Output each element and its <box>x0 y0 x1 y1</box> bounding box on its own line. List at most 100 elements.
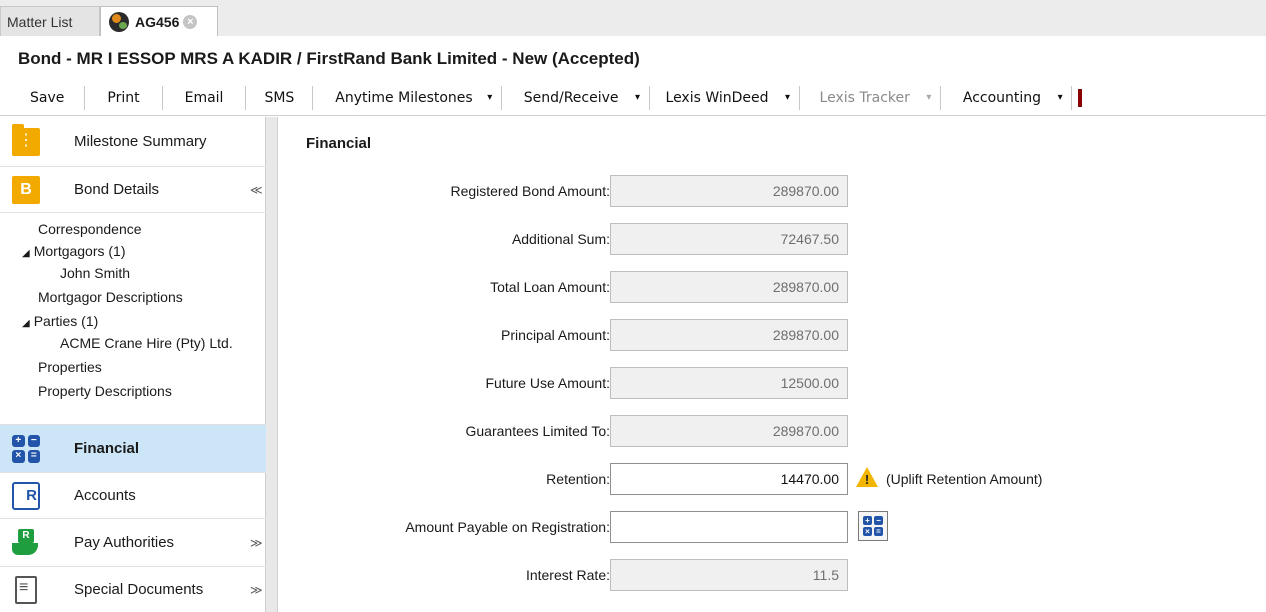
calc-equals-glyph: = <box>874 527 883 536</box>
document-tab-strip: Matter List AG456 × <box>0 0 1266 36</box>
tree-expand-icon[interactable]: ◢ <box>22 248 30 259</box>
tab-ag456-label: AG456 <box>135 13 180 30</box>
print-button[interactable]: Print <box>85 84 161 112</box>
field-label: Retention: <box>546 471 610 487</box>
calc-equals-glyph: = <box>27 450 40 463</box>
tree-item-parties[interactable]: ◢ Parties (1) <box>22 311 98 331</box>
toolbar-overflow-marker <box>1078 88 1083 107</box>
tree-item-label: Mortgagors (1) <box>33 243 126 259</box>
sidebar-item-label: Milestone Summary <box>74 133 207 150</box>
accounting-dropdown-icon[interactable]: ▾ <box>1049 84 1071 112</box>
field-amount-payable-on-registration: Amount Payable on Registration: + − × = <box>280 511 1266 543</box>
money-hand-icon <box>12 528 40 557</box>
field-label: Principal Amount: <box>501 327 610 343</box>
toolbar: Save Print Email SMS Anytime Milestones … <box>0 80 1266 116</box>
uplift-retention-note: (Uplift Retention Amount) <box>886 471 1043 487</box>
sidebar: Milestone Summary B Bond Details ≪ Corre… <box>0 117 266 612</box>
field-future-use-amount: Future Use Amount: 12500.00 <box>280 367 1266 399</box>
sidebar-item-pay-authorities[interactable]: Pay Authorities ≫ <box>0 519 266 567</box>
sidebar-item-label: Bond Details <box>74 181 160 198</box>
close-tab-icon[interactable]: × <box>183 14 198 29</box>
amount-payable-input[interactable] <box>610 511 848 543</box>
field-additional-sum: Additional Sum: 72467.50 <box>280 223 1266 255</box>
page-title: Bond - MR I ESSOP MRS A KADIR / FirstRan… <box>0 36 1266 80</box>
additional-sum-field: 72467.50 <box>610 223 848 255</box>
anytime-milestones-button[interactable]: Anytime Milestones <box>313 84 478 112</box>
field-label: Additional Sum: <box>511 231 610 247</box>
send-receive-button[interactable]: Send/Receive <box>502 84 627 112</box>
calc-plus-glyph: + <box>863 516 872 525</box>
registered-bond-amount-field: 289870.00 <box>610 175 848 207</box>
anytime-milestones-dropdown-icon[interactable]: ▾ <box>479 84 501 112</box>
financial-panel: Financial Registered Bond Amount: 289870… <box>280 117 1266 612</box>
sidebar-item-label: Special Documents <box>74 581 204 598</box>
save-button[interactable]: Save <box>0 84 84 112</box>
milestone-folder-icon <box>12 123 40 156</box>
tree-item-mortgagor-descriptions[interactable]: Mortgagor Descriptions <box>38 287 183 307</box>
sidebar-item-label: Pay Authorities <box>74 534 175 551</box>
tab-matter-list-label: Matter List <box>7 13 73 30</box>
tree-item-properties[interactable]: Properties <box>38 357 102 377</box>
accounting-button[interactable]: Accounting <box>941 84 1049 112</box>
future-use-amount-field: 12500.00 <box>610 367 848 399</box>
tree-item-property-descriptions[interactable]: Property Descriptions <box>38 381 172 401</box>
field-interest-rate: Interest Rate: 11.5 <box>280 559 1266 591</box>
sidebar-item-milestone-summary[interactable]: Milestone Summary <box>0 117 266 167</box>
tree-expand-icon[interactable]: ◢ <box>22 318 30 329</box>
field-guarantees-limited-to: Guarantees Limited To: 289870.00 <box>280 415 1266 447</box>
sidebar-item-financial[interactable]: + − × = Financial <box>0 425 266 473</box>
toolbar-divider <box>1071 85 1073 110</box>
field-label: Future Use Amount: <box>485 375 610 391</box>
total-loan-amount-field: 289870.00 <box>610 271 848 303</box>
lexis-windeed-dropdown-icon[interactable]: ▾ <box>777 84 799 112</box>
tree-item-correspondence[interactable]: Correspondence <box>38 219 142 239</box>
collapse-chevron-icon[interactable]: ≪ <box>250 183 263 197</box>
calc-plus-glyph: + <box>12 434 25 447</box>
bond-details-tree: Correspondence ◢ Mortgagors (1) John Smit… <box>0 213 266 425</box>
lexis-tracker-button[interactable]: Lexis Tracker <box>800 84 918 112</box>
sidebar-splitter[interactable] <box>266 117 278 612</box>
field-label: Amount Payable on Registration: <box>405 519 610 535</box>
tree-item-label: Parties (1) <box>33 313 99 329</box>
section-title: Financial <box>306 135 372 152</box>
field-label: Interest Rate: <box>525 567 610 583</box>
calculator-button[interactable]: + − × = <box>858 511 888 541</box>
field-label: Total Loan Amount: <box>490 279 610 295</box>
sidebar-item-label: Financial <box>74 440 140 457</box>
field-principal-amount: Principal Amount: 289870.00 <box>280 319 1266 351</box>
calc-minus-glyph: − <box>874 516 883 525</box>
tab-ag456[interactable]: AG456 × <box>100 6 218 36</box>
field-label: Guarantees Limited To: <box>465 423 611 439</box>
calc-times-glyph: × <box>863 527 872 536</box>
matter-globe-icon <box>109 11 129 32</box>
guarantees-limited-to-field: 289870.00 <box>610 415 848 447</box>
field-total-loan-amount: Total Loan Amount: 289870.00 <box>280 271 1266 303</box>
document-icon <box>15 575 37 604</box>
lexis-windeed-button[interactable]: Lexis WinDeed <box>650 84 777 112</box>
tree-item-acme-crane-hire[interactable]: ACME Crane Hire (Pty) Ltd. <box>60 333 233 353</box>
warning-icon <box>856 467 878 489</box>
tree-item-mortgagors[interactable]: ◢ Mortgagors (1) <box>22 241 126 261</box>
lexis-tracker-dropdown-icon[interactable]: ▾ <box>918 84 940 112</box>
sidebar-item-special-documents[interactable]: Special Documents ≫ <box>0 567 266 612</box>
sms-button[interactable]: SMS <box>246 84 312 112</box>
email-button[interactable]: Email <box>163 84 246 112</box>
field-label: Registered Bond Amount: <box>450 183 610 199</box>
sidebar-item-accounts[interactable]: R Accounts <box>0 473 266 519</box>
tab-matter-list[interactable]: Matter List <box>0 6 100 36</box>
expand-chevron-icon[interactable]: ≫ <box>250 583 263 597</box>
interest-rate-field: 11.5 <box>610 559 848 591</box>
field-retention: Retention: 14470.00 (Uplift Retention Am… <box>280 463 1266 495</box>
principal-amount-field: 289870.00 <box>610 319 848 351</box>
send-receive-dropdown-icon[interactable]: ▾ <box>627 84 649 112</box>
calculator-icon: + − × = <box>12 434 40 463</box>
expand-chevron-icon[interactable]: ≫ <box>250 536 263 550</box>
calc-minus-glyph: − <box>27 434 40 447</box>
retention-input[interactable]: 14470.00 <box>610 463 848 495</box>
tree-item-john-smith[interactable]: John Smith <box>60 263 130 283</box>
field-registered-bond-amount: Registered Bond Amount: 289870.00 <box>280 175 1266 207</box>
accounts-ledger-icon: R <box>12 481 40 510</box>
calc-times-glyph: × <box>12 450 25 463</box>
bond-details-icon: B <box>12 175 40 204</box>
sidebar-item-bond-details[interactable]: B Bond Details ≪ <box>0 167 266 213</box>
